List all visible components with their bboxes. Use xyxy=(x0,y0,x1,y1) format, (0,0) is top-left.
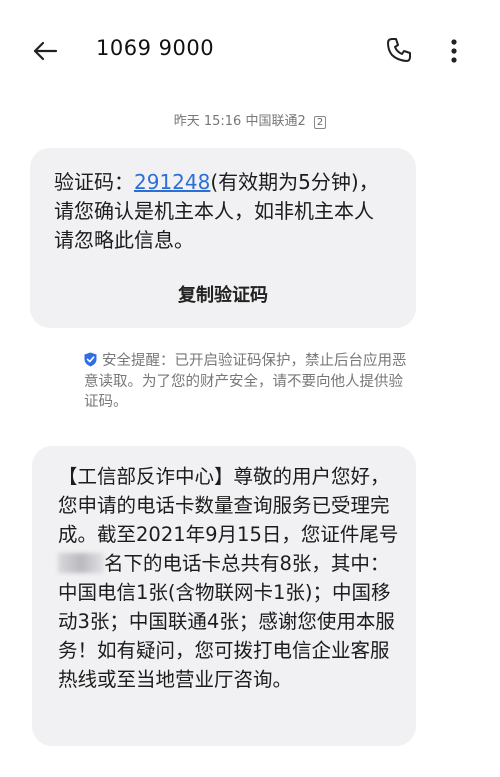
security-notice: 安全提醒：已开启验证码保护，禁止后台应用恶意读取。为了您的财产安全，请不要向他人… xyxy=(84,351,414,413)
message-part1: 【工信部反诈中心】尊敬的用户您好，您申请的电话卡数量查询服务已受理完成。截至20… xyxy=(58,465,399,546)
contact-title: 1069 9000 xyxy=(96,36,215,60)
verification-message-bubble[interactable]: 验证码：291248(有效期为5分钟)，请您确认是机主本人，如非机主本人请忽略此… xyxy=(30,148,416,328)
message-part2: 名下的电话卡总共有8张，其中：中国电信1张(含物联网卡1张)；中国移动3张；中国… xyxy=(58,552,395,691)
message-timestamp: 昨天 15:16 中国联通2 2 xyxy=(0,110,500,129)
carrier-text: 中国联通2 xyxy=(245,114,306,129)
more-options-icon[interactable] xyxy=(444,36,464,66)
time-text: 昨天 15:16 xyxy=(173,114,242,129)
verification-message-text: 验证码：291248(有效期为5分钟)，请您确认是机主本人，如非机主本人请忽略此… xyxy=(54,168,384,255)
verification-code-link[interactable]: 291248 xyxy=(134,170,210,194)
sim-badge: 2 xyxy=(313,116,327,129)
anti-fraud-message-text: 【工信部反诈中心】尊敬的用户您好，您申请的电话卡数量查询服务已受理完成。截至20… xyxy=(58,462,400,694)
code-prefix: 验证码： xyxy=(54,170,134,194)
phone-call-icon[interactable] xyxy=(385,36,413,64)
security-notice-text: 安全提醒：已开启验证码保护，禁止后台应用恶意读取。为了您的财产安全，请不要向他人… xyxy=(84,353,407,410)
copy-code-button[interactable]: 复制验证码 xyxy=(30,281,416,307)
anti-fraud-message-bubble[interactable]: 【工信部反诈中心】尊敬的用户您好，您申请的电话卡数量查询服务已受理完成。截至20… xyxy=(32,446,416,746)
redacted-id-blur xyxy=(58,553,104,573)
back-arrow-icon[interactable] xyxy=(30,36,60,66)
shield-check-icon xyxy=(84,352,97,367)
top-bar: 1069 9000 xyxy=(0,0,500,100)
